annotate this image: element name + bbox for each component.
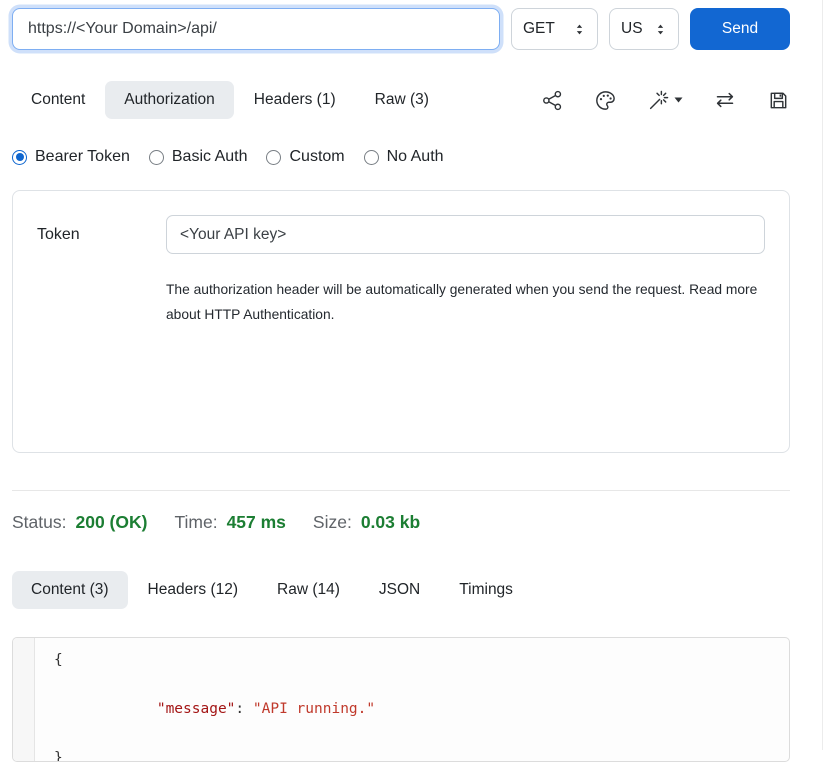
tab-headers[interactable]: Headers (1) [235,81,355,119]
region-select-value: US [621,20,643,38]
json-close-brace: } [54,750,63,762]
chevron-down-icon [674,97,683,103]
token-input[interactable] [166,215,765,254]
code-gutter [13,638,35,761]
url-input[interactable] [12,8,500,50]
api-client-page: GET US Send Content Authorization Header… [0,0,837,762]
palette-icon[interactable] [594,89,617,112]
radio-icon [364,150,379,165]
region-select[interactable]: US [609,8,679,50]
radio-label: Bearer Token [35,148,130,166]
radio-no-auth[interactable]: No Auth [364,148,444,166]
tab-response-content[interactable]: Content (3) [12,571,128,609]
updown-caret-icon [654,22,667,37]
radio-label: Basic Auth [172,148,248,166]
tab-response-raw[interactable]: Raw (14) [258,571,359,609]
token-panel: Token The authorization header will be a… [12,190,790,453]
save-icon[interactable] [767,89,790,112]
radio-label: Custom [289,148,344,166]
response-body-viewer[interactable]: { "message": "API running." } [12,637,790,762]
radio-basic-auth[interactable]: Basic Auth [149,148,248,166]
auth-type-options: Bearer Token Basic Auth Custom No Auth [12,148,790,166]
toolbar-icons [541,88,790,112]
radio-icon [266,150,281,165]
tab-response-timings[interactable]: Timings [440,571,532,609]
radio-icon [149,150,164,165]
status-label: Status: [12,512,66,533]
swap-arrows-icon[interactable] [713,88,737,112]
time-label: Time: [174,512,217,533]
json-open-brace: { [54,652,63,668]
magic-wand-icon[interactable] [647,89,683,112]
request-tabs: Content Authorization Headers (1) Raw (3… [12,81,790,119]
radio-icon [12,150,27,165]
status-value: 200 (OK) [75,512,147,533]
send-button[interactable]: Send [690,8,790,50]
tab-content[interactable]: Content [12,81,104,119]
tab-authorization[interactable]: Authorization [105,81,233,119]
tab-response-json[interactable]: JSON [360,571,439,609]
radio-custom[interactable]: Custom [266,148,344,166]
json-value: "API running." [253,701,375,717]
right-edge-rule [822,0,823,750]
time-value: 457 ms [227,512,286,533]
updown-caret-icon [573,22,586,37]
response-status-bar: Status: 200 (OK) Time: 457 ms Size: 0.03… [12,512,790,533]
response-json-body: { "message": "API running." } [35,638,789,761]
size-label: Size: [313,512,352,533]
method-select[interactable]: GET [511,8,598,50]
token-help-text: The authorization header will be automat… [166,277,758,327]
tab-raw[interactable]: Raw (3) [356,81,448,119]
size-value: 0.03 kb [361,512,420,533]
status-code: Status: 200 (OK) [12,512,147,533]
section-divider [12,490,790,491]
request-bar: GET US Send [12,8,790,50]
share-icon[interactable] [541,89,564,112]
response-time: Time: 457 ms [174,512,285,533]
response-size: Size: 0.03 kb [313,512,420,533]
json-colon: : [235,701,252,717]
response-tabs: Content (3) Headers (12) Raw (14) JSON T… [12,571,790,609]
json-key: "message" [157,701,236,717]
token-label: Token [37,226,166,244]
radio-bearer-token[interactable]: Bearer Token [12,148,130,166]
radio-label: No Auth [387,148,444,166]
tab-response-headers[interactable]: Headers (12) [129,571,257,609]
method-select-value: GET [523,20,555,38]
